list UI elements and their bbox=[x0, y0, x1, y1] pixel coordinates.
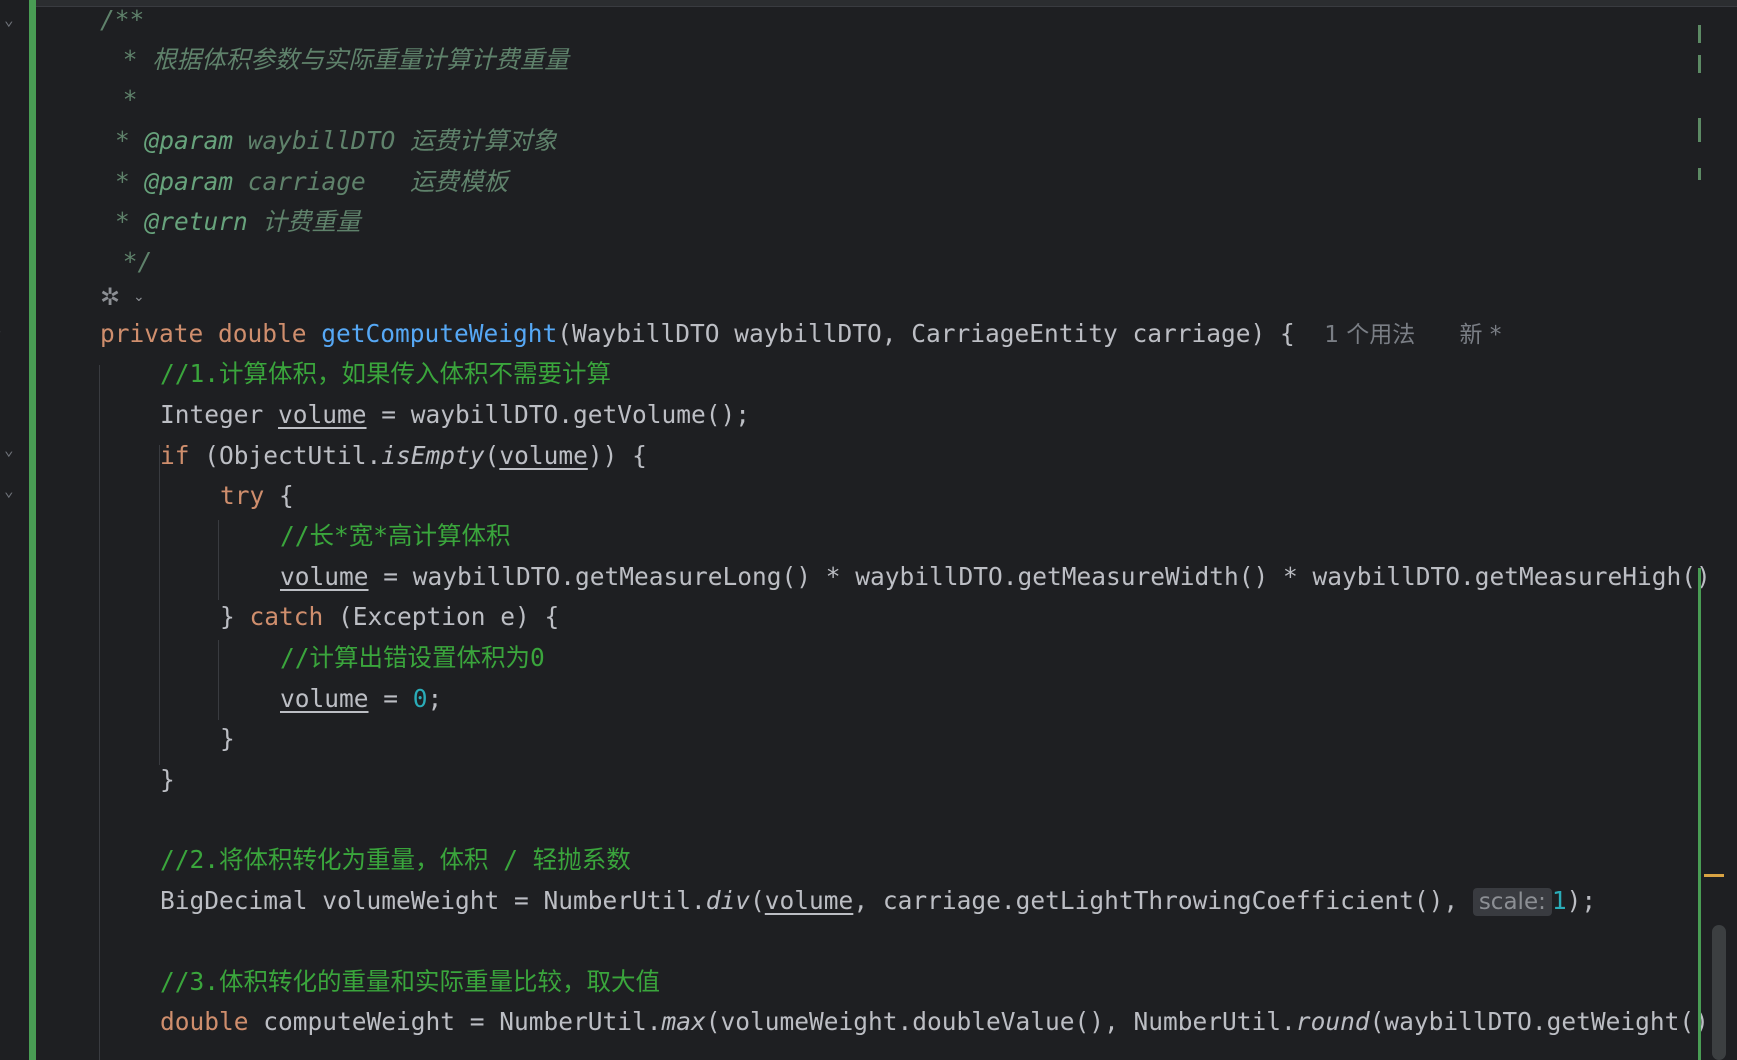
author-hint[interactable]: 新 * bbox=[1460, 322, 1502, 348]
code-line: double computeWeight = NumberUtil.max(vo… bbox=[160, 1007, 1709, 1036]
code-line: } catch (Exception e) { bbox=[220, 602, 560, 631]
comment-line: //3.体积转化的重量和实际重量比较，取大值 bbox=[160, 967, 660, 996]
method-signature: private double getComputeWeight(WaybillD… bbox=[100, 319, 1502, 348]
vertical-scrollbar[interactable] bbox=[1712, 925, 1726, 1060]
comment-line: //1.计算体积，如果传入体积不需要计算 bbox=[160, 359, 611, 388]
code-line: try { bbox=[220, 481, 294, 510]
code-line: } bbox=[220, 724, 235, 753]
code-line: if (ObjectUtil.isEmpty(volume)) { bbox=[160, 441, 647, 470]
code-line: * @param carriage 运费模板 bbox=[115, 167, 509, 196]
comment-line: //计算出错设置体积为0 bbox=[280, 643, 545, 672]
vcs-change-marker[interactable] bbox=[1698, 55, 1701, 73]
code-line: * 根据体积参数与实际重量计算计费重量 bbox=[108, 45, 569, 74]
code-line: BigDecimal volumeWeight = NumberUtil.div… bbox=[160, 886, 1597, 916]
code-line: } bbox=[160, 765, 175, 794]
code-line: * @param waybillDTO 运费计算对象 bbox=[115, 126, 558, 155]
comment-line: //长*宽*高计算体积 bbox=[280, 521, 511, 550]
vcs-change-marker[interactable] bbox=[1698, 25, 1701, 43]
parameter-hint: scale: bbox=[1472, 888, 1552, 916]
code-line: Integer volume = waybillDTO.getVolume(); bbox=[160, 400, 751, 429]
code-line: * @return 计费重量 bbox=[115, 207, 361, 236]
vcs-change-marker[interactable] bbox=[1698, 568, 1701, 1060]
warning-stripe[interactable] bbox=[1704, 874, 1724, 877]
comment-line: //2.将体积转化为重量，体积 / 轻抛系数 bbox=[160, 845, 631, 874]
code-line: */ bbox=[108, 247, 153, 276]
code-area[interactable]: /** * 根据体积参数与实际重量计算计费重量 * * @param waybi… bbox=[0, 0, 1711, 1060]
code-line: /** bbox=[100, 5, 145, 34]
ai-assistant-icon[interactable]: ✲ bbox=[100, 283, 120, 311]
code-line: * bbox=[108, 85, 138, 114]
chevron-down-icon[interactable]: ⌄ bbox=[133, 286, 145, 308]
code-line: volume = 0; bbox=[280, 684, 443, 713]
vcs-change-marker[interactable] bbox=[1698, 118, 1701, 142]
usages-hint[interactable]: 1 个用法 bbox=[1324, 322, 1415, 348]
vcs-change-marker[interactable] bbox=[1698, 168, 1701, 180]
code-line: volume = waybillDTO.getMeasureLong() * w… bbox=[280, 562, 1711, 591]
